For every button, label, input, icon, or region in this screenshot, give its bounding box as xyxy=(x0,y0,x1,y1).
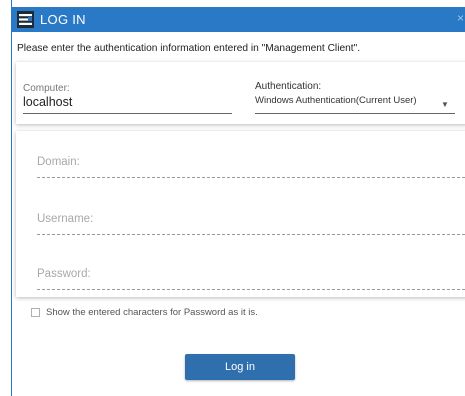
computer-field[interactable]: localhost xyxy=(23,95,72,109)
authentication-select[interactable]: Windows Authentication(Current User) xyxy=(255,95,417,106)
title-bar[interactable]: LOG IN × xyxy=(12,7,465,32)
authentication-underline xyxy=(255,113,455,114)
app-logo-icon xyxy=(17,11,34,28)
chevron-down-icon[interactable]: ▼ xyxy=(441,100,449,109)
window-title: LOG IN xyxy=(40,12,86,27)
username-field[interactable]: Username: xyxy=(37,213,93,225)
show-password-checkbox[interactable] xyxy=(31,308,40,317)
domain-underline xyxy=(37,177,465,178)
password-underline xyxy=(37,289,465,290)
username-underline xyxy=(37,234,465,235)
credentials-card: Domain: Username: Password: xyxy=(16,131,465,297)
computer-field-underline xyxy=(23,113,232,114)
computer-label: Computer: xyxy=(23,83,70,94)
instruction-text: Please enter the authentication informat… xyxy=(17,43,361,54)
login-button[interactable]: Log in xyxy=(185,354,295,380)
domain-field[interactable]: Domain: xyxy=(37,156,80,168)
password-field[interactable]: Password: xyxy=(37,268,91,280)
authentication-label: Authentication: xyxy=(255,81,322,92)
close-icon[interactable]: × xyxy=(457,11,464,25)
connection-card: Computer: localhost Authentication: Wind… xyxy=(16,62,465,124)
show-password-label[interactable]: Show the entered characters for Password… xyxy=(46,307,258,318)
